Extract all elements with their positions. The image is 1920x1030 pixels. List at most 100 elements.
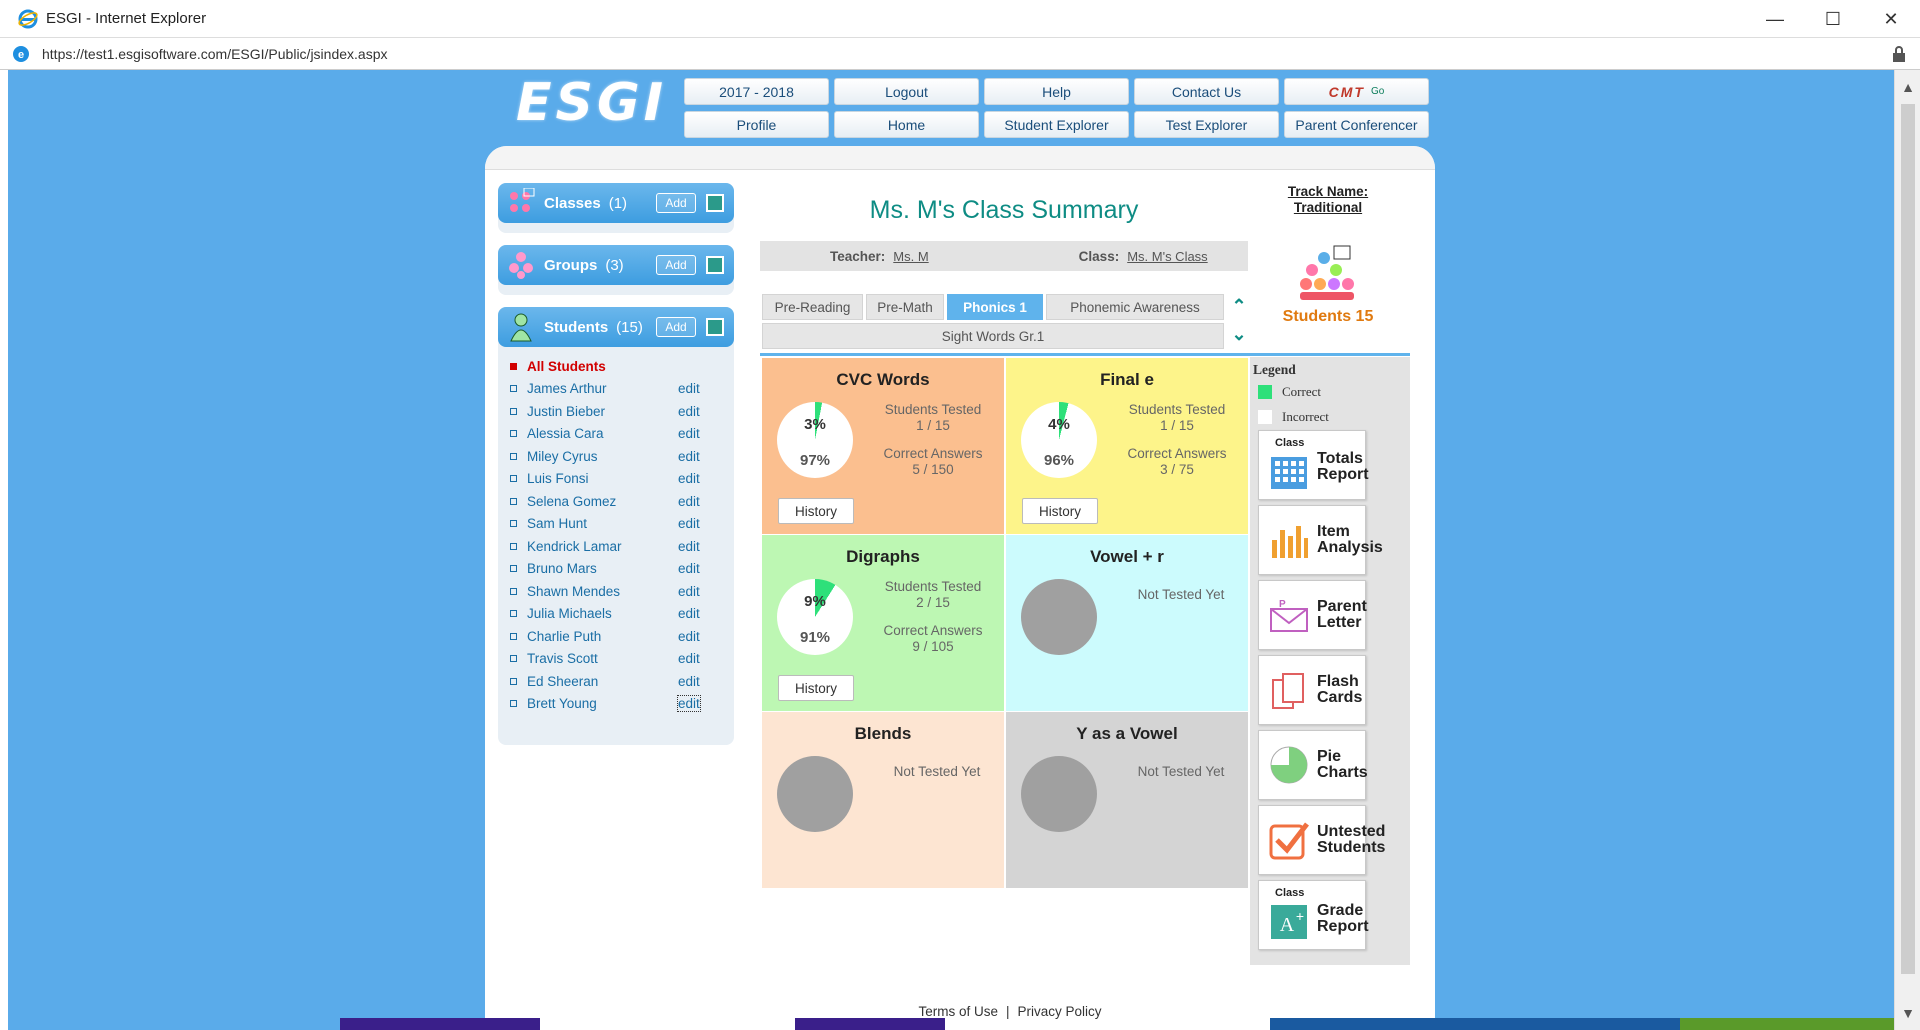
scrollbar-thumb[interactable] xyxy=(1901,104,1915,974)
minimize-button[interactable]: — xyxy=(1746,0,1804,38)
student-item[interactable]: Brett Young edit xyxy=(510,693,734,716)
student-item[interactable]: Selena Gomez edit xyxy=(510,490,734,513)
class-grade-report-button[interactable]: Class A + Grade Report xyxy=(1258,880,1369,950)
add-student-button[interactable]: Add xyxy=(656,317,696,337)
student-item[interactable]: Ed Sheeran edit xyxy=(510,670,734,693)
edit-student-link[interactable]: edit xyxy=(678,606,700,621)
vertical-scrollbar[interactable]: ▲ ▼ xyxy=(1894,70,1920,1030)
student-name[interactable]: Selena Gomez xyxy=(527,494,616,509)
tab-phonemic-awareness[interactable]: Phonemic Awareness xyxy=(1046,294,1224,320)
edit-student-link[interactable]: edit xyxy=(678,561,700,576)
address-url[interactable]: https://test1.esgisoftware.com/ESGI/Publ… xyxy=(42,46,388,62)
student-item[interactable]: Alessia Cara edit xyxy=(510,423,734,446)
tab-pre-math[interactable]: Pre-Math xyxy=(866,294,944,320)
edit-student-link[interactable]: edit xyxy=(678,584,700,599)
esgi-logo[interactable]: ESGI xyxy=(516,76,663,130)
tile-pie-chart[interactable]: 9% 91% xyxy=(777,579,853,655)
classes-expand-icon[interactable] xyxy=(706,194,724,212)
all-students-item[interactable]: All Students xyxy=(510,355,734,378)
student-item[interactable]: Shawn Mendes edit xyxy=(510,580,734,603)
class-link[interactable]: Ms. M's Class xyxy=(1127,249,1207,264)
teacher-link[interactable]: Ms. M xyxy=(893,249,928,264)
edit-student-link[interactable]: edit xyxy=(678,674,700,689)
item-analysis-button[interactable]: Item Analysis xyxy=(1258,505,1383,575)
tab-pre-reading[interactable]: Pre-Reading xyxy=(762,294,863,320)
student-name[interactable]: Travis Scott xyxy=(527,651,598,666)
edit-student-link[interactable]: edit xyxy=(678,404,700,419)
student-name[interactable]: Kendrick Lamar xyxy=(527,539,622,554)
student-item[interactable]: Sam Hunt edit xyxy=(510,513,734,536)
student-name[interactable]: Miley Cyrus xyxy=(527,449,598,464)
student-item[interactable]: Miley Cyrus edit xyxy=(510,445,734,468)
class-totals-report-button[interactable]: Class Totals Report xyxy=(1258,430,1369,500)
history-button[interactable]: History xyxy=(1022,498,1098,524)
student-name[interactable]: Brett Young xyxy=(527,696,597,711)
student-item[interactable]: James Arthur edit xyxy=(510,378,734,401)
tile-pie-chart[interactable]: 4% 96% xyxy=(1021,402,1097,478)
edit-student-link[interactable]: edit xyxy=(678,516,700,531)
edit-student-link[interactable]: edit xyxy=(678,494,700,509)
tab-phonics-1[interactable]: Phonics 1 xyxy=(947,294,1043,320)
pie-charts-button[interactable]: Pie Charts xyxy=(1258,730,1368,800)
school-year-button[interactable]: 2017 - 2018 xyxy=(684,78,829,105)
edit-student-link[interactable]: edit xyxy=(678,629,700,644)
cmt-go-button[interactable]: CMT Go xyxy=(1284,78,1429,105)
student-name[interactable]: Justin Bieber xyxy=(527,404,605,419)
edit-student-link[interactable]: edit xyxy=(678,539,700,554)
groups-expand-icon[interactable] xyxy=(706,256,724,274)
classes-header[interactable]: Classes (1) Add xyxy=(498,183,734,223)
chevron-down-icon[interactable]: ⌄ xyxy=(1228,324,1250,344)
student-item[interactable]: Julia Michaels edit xyxy=(510,603,734,626)
address-bar[interactable]: e https://test1.esgisoftware.com/ESGI/Pu… xyxy=(0,38,1920,70)
edit-student-link[interactable]: edit xyxy=(678,471,700,486)
groups-header[interactable]: Groups (3) Add xyxy=(498,245,734,285)
empty-pie-chart xyxy=(777,756,853,832)
students-header[interactable]: Students (15) Add xyxy=(498,307,734,347)
maximize-button[interactable]: ☐ xyxy=(1804,0,1862,38)
student-explorer-button[interactable]: Student Explorer xyxy=(984,111,1129,138)
student-name[interactable]: James Arthur xyxy=(527,381,607,396)
untested-students-button[interactable]: Untested Students xyxy=(1258,805,1385,875)
student-item[interactable]: Travis Scott edit xyxy=(510,648,734,671)
parent-conferencer-button[interactable]: Parent Conferencer xyxy=(1284,111,1429,138)
history-button[interactable]: History xyxy=(778,675,854,701)
home-button[interactable]: Home xyxy=(834,111,979,138)
student-item[interactable]: Bruno Mars edit xyxy=(510,558,734,581)
chevron-up-icon[interactable]: ⌃ xyxy=(1228,296,1250,316)
students-expand-icon[interactable] xyxy=(706,318,724,336)
privacy-policy-link[interactable]: Privacy Policy xyxy=(1018,1004,1102,1019)
student-name[interactable]: Luis Fonsi xyxy=(527,471,589,486)
student-name[interactable]: Ed Sheeran xyxy=(527,674,598,689)
tab-sight-words[interactable]: Sight Words Gr.1 xyxy=(762,323,1224,349)
help-button[interactable]: Help xyxy=(984,78,1129,105)
student-name[interactable]: Sam Hunt xyxy=(527,516,587,531)
logout-button[interactable]: Logout xyxy=(834,78,979,105)
terms-of-use-link[interactable]: Terms of Use xyxy=(918,1004,998,1019)
edit-student-link[interactable]: edit xyxy=(678,449,700,464)
student-item[interactable]: Kendrick Lamar edit xyxy=(510,535,734,558)
add-group-button[interactable]: Add xyxy=(656,255,696,275)
student-name[interactable]: Shawn Mendes xyxy=(527,584,620,599)
edit-student-link[interactable]: edit xyxy=(678,381,700,396)
scroll-down-icon[interactable]: ▼ xyxy=(1895,1000,1920,1026)
close-button[interactable]: ✕ xyxy=(1862,0,1920,38)
student-name[interactable]: Alessia Cara xyxy=(527,426,604,441)
history-button[interactable]: History xyxy=(778,498,854,524)
profile-button[interactable]: Profile xyxy=(684,111,829,138)
edit-student-link[interactable]: edit xyxy=(678,651,700,666)
student-item[interactable]: Charlie Puth edit xyxy=(510,625,734,648)
edit-student-link[interactable]: edit xyxy=(678,426,700,441)
add-class-button[interactable]: Add xyxy=(656,193,696,213)
test-explorer-button[interactable]: Test Explorer xyxy=(1134,111,1279,138)
scroll-up-icon[interactable]: ▲ xyxy=(1895,74,1920,100)
edit-student-link[interactable]: edit xyxy=(677,695,701,713)
tile-pie-chart[interactable]: 3% 97% xyxy=(777,402,853,478)
student-item[interactable]: Luis Fonsi edit xyxy=(510,468,734,491)
student-name[interactable]: Bruno Mars xyxy=(527,561,597,576)
parent-letter-button[interactable]: P Parent Letter xyxy=(1258,580,1367,650)
student-name[interactable]: Julia Michaels xyxy=(527,606,612,621)
student-name[interactable]: Charlie Puth xyxy=(527,629,601,644)
student-item[interactable]: Justin Bieber edit xyxy=(510,400,734,423)
contact-us-button[interactable]: Contact Us xyxy=(1134,78,1279,105)
flash-cards-button[interactable]: Flash Cards xyxy=(1258,655,1366,725)
